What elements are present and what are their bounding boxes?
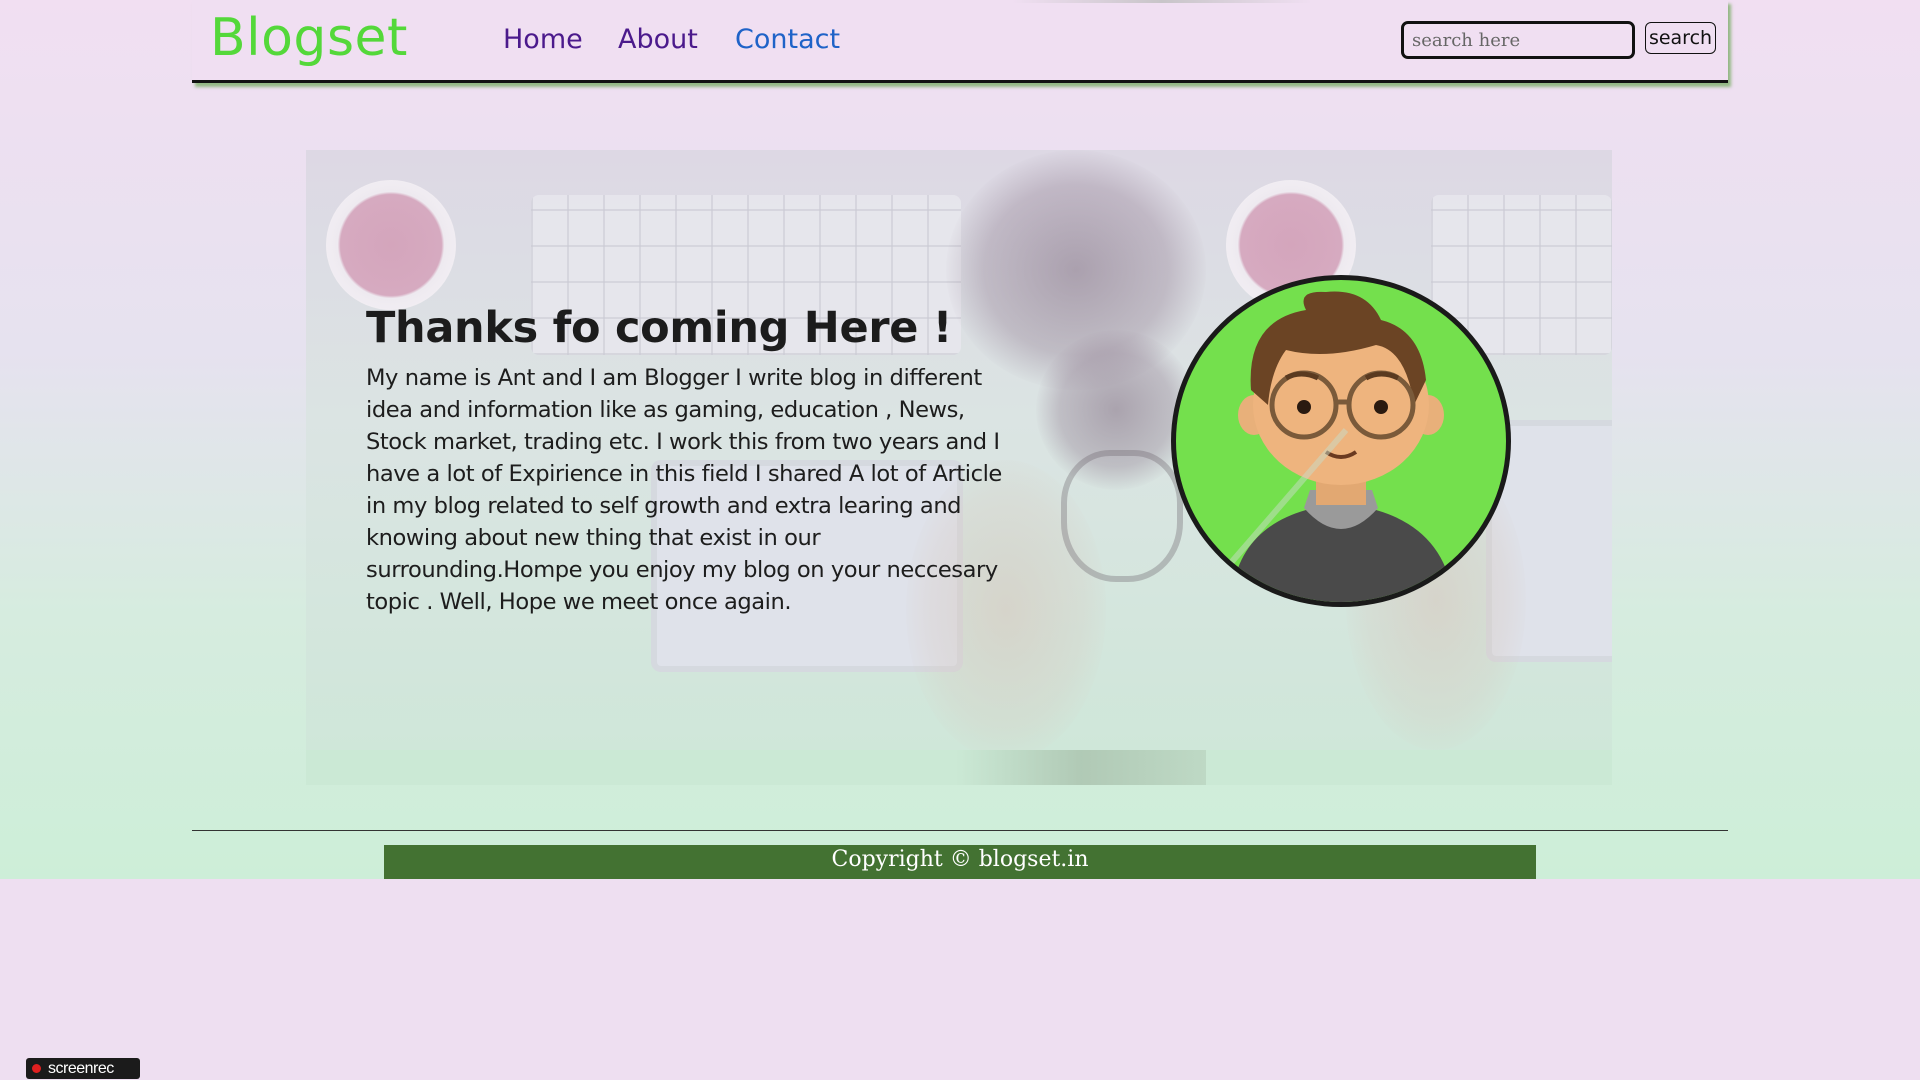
footer-divider bbox=[192, 830, 1728, 831]
cartoon-man-avatar-icon bbox=[1171, 275, 1511, 607]
brand-logo[interactable]: Blogset bbox=[210, 8, 408, 68]
search-button[interactable]: search bbox=[1645, 22, 1716, 54]
screenrec-watermark: screenrec bbox=[26, 1058, 140, 1079]
footer-copyright: Copyright © blogset.in bbox=[384, 845, 1536, 879]
hero-strip-shadow bbox=[956, 750, 1206, 785]
nav-link-home[interactable]: Home bbox=[503, 24, 583, 55]
navbar-glow bbox=[1012, 0, 1312, 3]
hero-title: Thanks fo coming Here ! bbox=[366, 303, 953, 353]
record-dot-icon bbox=[32, 1064, 41, 1073]
search-input[interactable] bbox=[1401, 21, 1635, 59]
nav-link-about[interactable]: About bbox=[618, 24, 698, 55]
hero-paragraph: My name is Ant and I am Blogger I write … bbox=[366, 365, 1002, 615]
hero-section: Thanks fo coming Here ! My name is Ant a… bbox=[306, 150, 1612, 785]
lower-background bbox=[0, 879, 1920, 1080]
navbar: Blogset Home About Contact search bbox=[192, 0, 1728, 83]
nav-link-contact[interactable]: Contact bbox=[735, 24, 840, 55]
glasses-image bbox=[1061, 450, 1183, 582]
screenrec-label: screenrec bbox=[48, 1060, 114, 1077]
coffee-cup-image bbox=[326, 180, 456, 310]
